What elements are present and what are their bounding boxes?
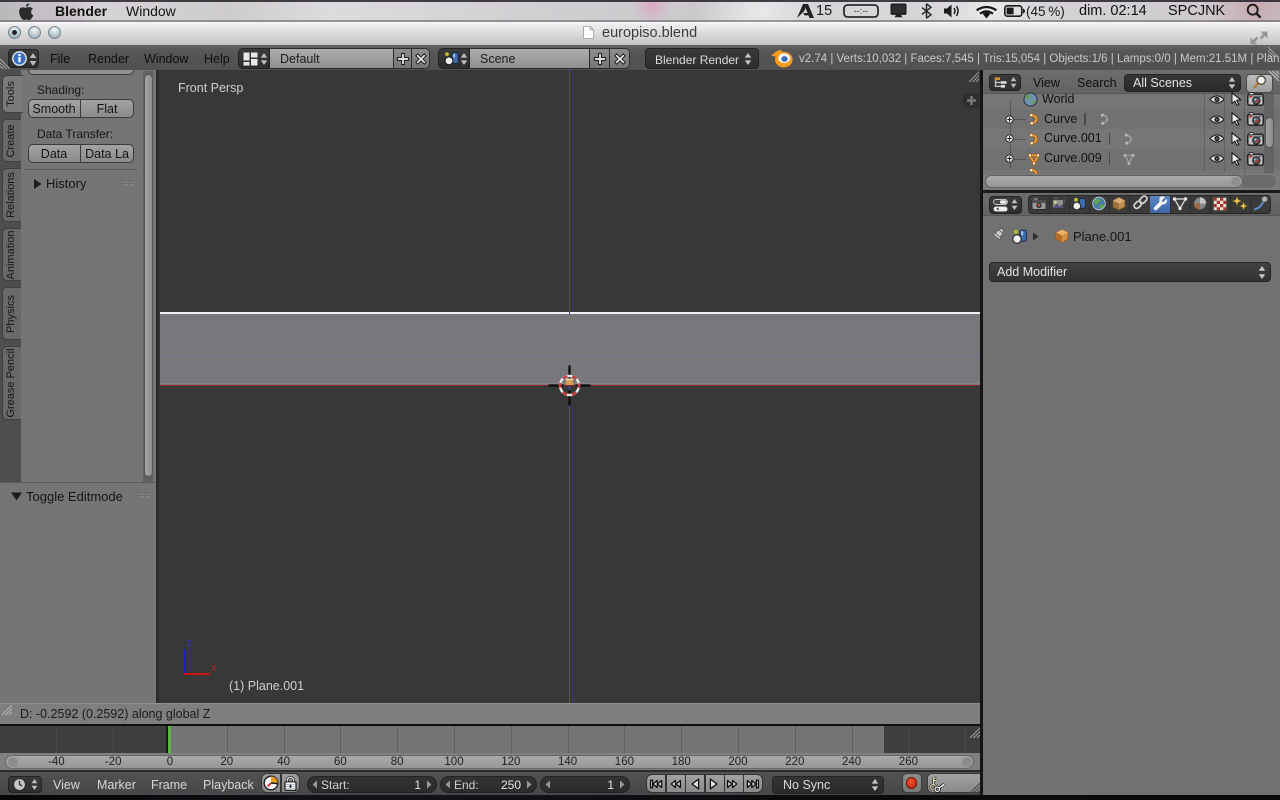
svg-text:--:--: --:-- (854, 6, 869, 16)
